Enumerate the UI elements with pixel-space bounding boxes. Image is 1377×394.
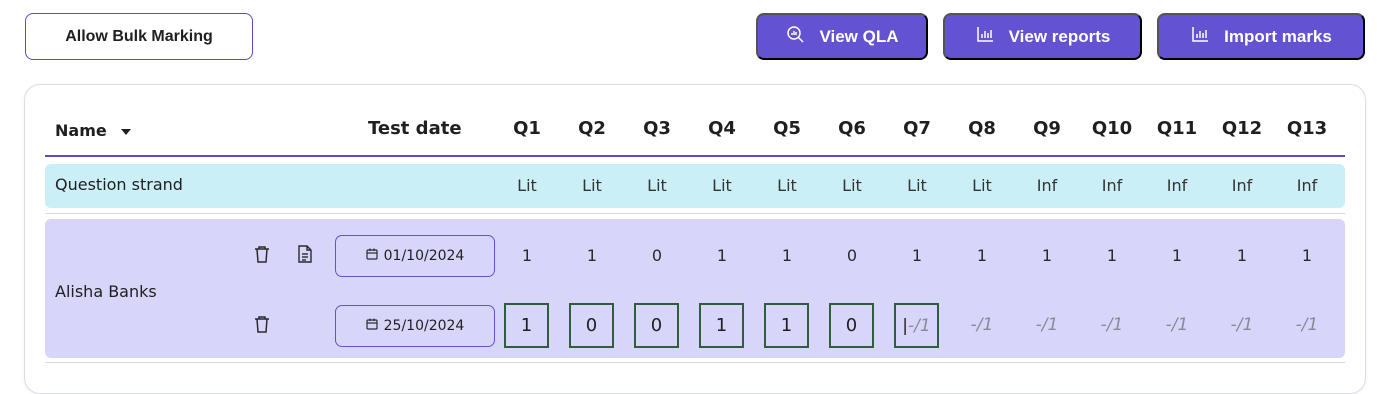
- mark-input-q6[interactable]: 0: [829, 303, 874, 348]
- delete-attempt-button[interactable]: [252, 246, 272, 266]
- import-marks-button[interactable]: Import marks: [1157, 13, 1365, 60]
- name-header-label: Name: [55, 121, 107, 140]
- mark-input-q4[interactable]: 1: [699, 303, 744, 348]
- strand-cell: Lit: [582, 176, 602, 195]
- allow-bulk-marking-button[interactable]: Allow Bulk Marking: [25, 13, 253, 60]
- view-reports-button[interactable]: View reports: [943, 13, 1142, 60]
- calendar-icon: [366, 248, 378, 264]
- test-date-header: Test date: [368, 118, 462, 139]
- question-header-q5: Q5: [773, 118, 801, 139]
- strand-cell: Lit: [712, 176, 732, 195]
- test-date-picker[interactable]: 25/10/2024: [335, 305, 495, 347]
- mark-input-q11[interactable]: -/1: [1147, 315, 1207, 335]
- strand-cell: Lit: [647, 176, 667, 195]
- score-cell: 1: [521, 246, 533, 265]
- mark-input-q10[interactable]: -/1: [1082, 315, 1142, 335]
- strand-cell: Inf: [1166, 176, 1188, 195]
- mark-input-q3[interactable]: 0: [634, 303, 679, 348]
- test-date-picker[interactable]: 01/10/2024: [335, 235, 495, 277]
- bar-chart-icon: [975, 24, 995, 49]
- strand-cell: Inf: [1101, 176, 1123, 195]
- score-cell: 0: [846, 246, 858, 265]
- trash-icon: [254, 315, 270, 337]
- score-cell: 1: [976, 246, 988, 265]
- score-cell: 0: [651, 246, 663, 265]
- row-divider: [45, 362, 1345, 363]
- mark-input-q12[interactable]: -/1: [1212, 315, 1272, 335]
- score-cell: 1: [1106, 246, 1118, 265]
- strand-cell: Inf: [1296, 176, 1318, 195]
- strand-cell: Lit: [907, 176, 927, 195]
- name-column-header[interactable]: Name: [55, 121, 131, 140]
- question-header-q6: Q6: [838, 118, 866, 139]
- strand-cell: Inf: [1231, 176, 1253, 195]
- row-divider: [45, 213, 1345, 214]
- score-cell: 1: [1236, 246, 1248, 265]
- question-header-q13: Q13: [1286, 118, 1328, 139]
- delete-attempt-button[interactable]: [252, 316, 272, 336]
- test-date-value: 01/10/2024: [383, 248, 465, 264]
- view-report-button[interactable]: [295, 245, 315, 267]
- question-header-q4: Q4: [708, 118, 736, 139]
- mark-input-q9[interactable]: -/1: [1017, 315, 1077, 335]
- question-strand-label: Question strand: [55, 175, 183, 194]
- question-header-q12: Q12: [1221, 118, 1263, 139]
- search-chart-icon: [785, 24, 805, 49]
- question-header-q1: Q1: [513, 118, 541, 139]
- score-cell: 1: [911, 246, 923, 265]
- strand-cell: Lit: [517, 176, 537, 195]
- question-header-q9: Q9: [1033, 118, 1061, 139]
- header-divider: [45, 155, 1345, 157]
- student-name: Alisha Banks: [55, 282, 157, 301]
- question-header-q10: Q10: [1091, 118, 1133, 139]
- view-qla-button[interactable]: View QLA: [756, 13, 928, 60]
- test-date-value: 25/10/2024: [383, 318, 465, 334]
- mark-placeholder: |-/1: [902, 315, 931, 336]
- trash-icon: [254, 245, 270, 267]
- question-header-q2: Q2: [578, 118, 606, 139]
- score-cell: 1: [781, 246, 793, 265]
- strand-cell: Lit: [842, 176, 862, 195]
- mark-input-q7[interactable]: |-/1: [894, 303, 939, 348]
- mark-input-q2[interactable]: 0: [569, 303, 614, 348]
- mark-input-q5[interactable]: 1: [764, 303, 809, 348]
- question-header-q11: Q11: [1156, 118, 1198, 139]
- mark-input-q1[interactable]: 1: [504, 303, 549, 348]
- calendar-icon: [366, 318, 378, 334]
- strand-cell: Lit: [972, 176, 992, 195]
- bar-chart-icon: [1190, 24, 1210, 49]
- strand-cell: Inf: [1036, 176, 1058, 195]
- mark-input-q8[interactable]: -/1: [952, 315, 1012, 335]
- caret-down-icon: [120, 121, 131, 140]
- view-qla-label: View QLA: [819, 26, 899, 46]
- student-row: [45, 219, 1345, 358]
- score-cell: 1: [1171, 246, 1183, 265]
- score-cell: 1: [586, 246, 598, 265]
- view-reports-label: View reports: [1008, 26, 1111, 46]
- question-header-q8: Q8: [968, 118, 996, 139]
- score-cell: 1: [1301, 246, 1313, 265]
- mark-input-q13[interactable]: -/1: [1277, 315, 1337, 335]
- document-icon: [298, 245, 312, 267]
- strand-cell: Lit: [777, 176, 797, 195]
- question-header-q7: Q7: [903, 118, 931, 139]
- score-cell: 1: [716, 246, 728, 265]
- question-header-q3: Q3: [643, 118, 671, 139]
- score-cell: 1: [1041, 246, 1053, 265]
- import-marks-label: Import marks: [1224, 26, 1332, 46]
